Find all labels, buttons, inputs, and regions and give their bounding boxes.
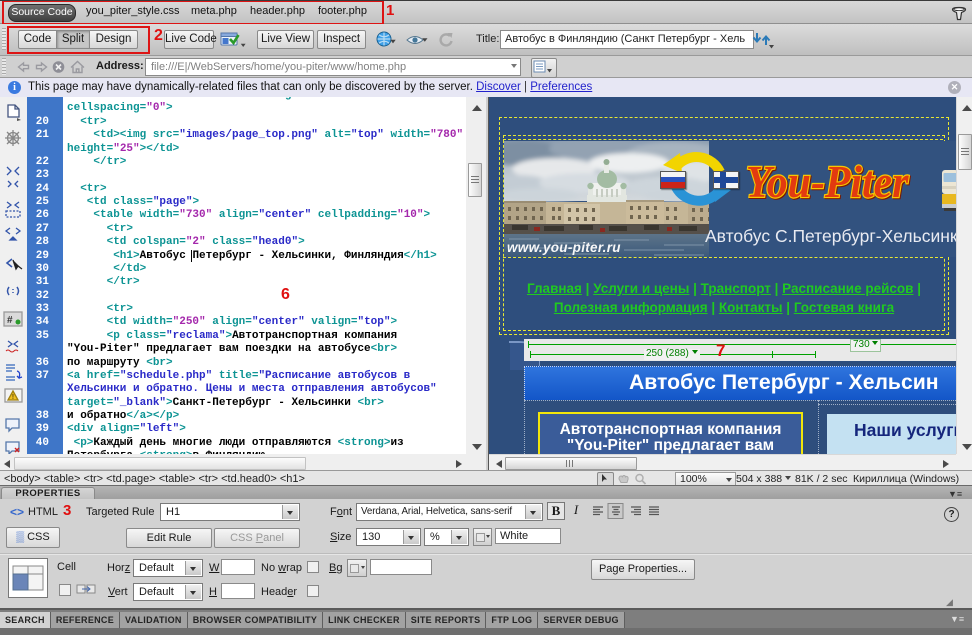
svg-text:#: # (7, 315, 13, 326)
svg-text:You-Piter: You-Piter (746, 158, 910, 208)
svg-text:!: ! (12, 394, 14, 401)
